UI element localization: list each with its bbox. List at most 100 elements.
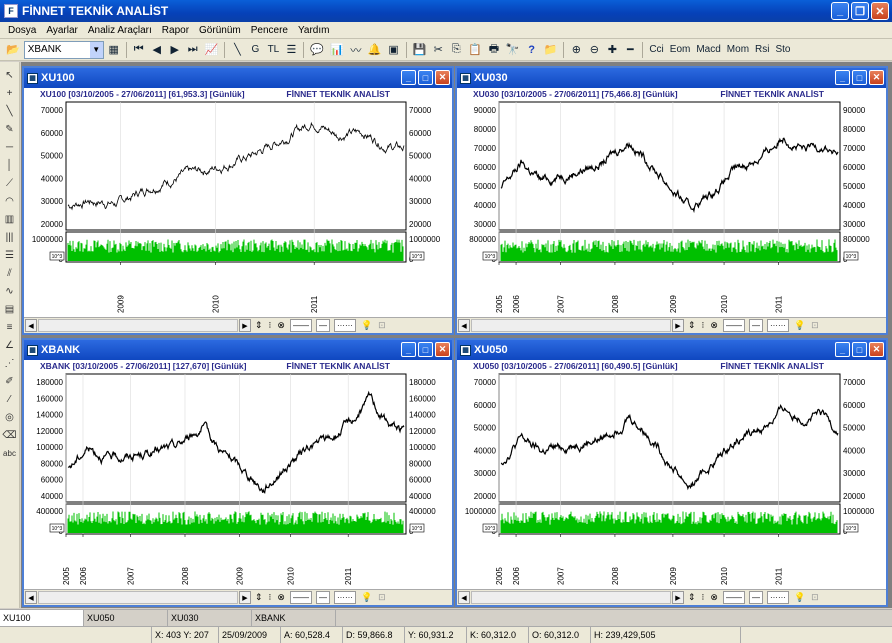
menu-analiz[interactable]: Analiz Araçları [83, 25, 157, 36]
comment-icon[interactable]: 💬 [308, 41, 326, 59]
task-xu030[interactable]: XU030 [168, 610, 252, 626]
indicator-cci[interactable]: Cci [647, 41, 665, 59]
horizontal-scrollbar[interactable] [471, 319, 671, 332]
chart-maximize-button[interactable]: □ [852, 70, 867, 85]
chart-minimize-button[interactable]: _ [835, 70, 850, 85]
text-tool-icon[interactable]: abc [2, 446, 18, 460]
horizontal-scrollbar[interactable] [471, 591, 671, 604]
menu-yardim[interactable]: Yardım [293, 25, 335, 36]
task-xu100[interactable]: XU100 [0, 610, 84, 626]
lightbulb-icon[interactable]: 💡 [791, 320, 808, 331]
price-chart[interactable]: 90000 90000 80000 80000 70000 70000 60000 60000… [457, 88, 886, 317]
lock-icon[interactable]: ⊡ [375, 592, 389, 603]
crosshair-mode-icon[interactable]: ⊗ [707, 320, 721, 331]
chart-maximize-button[interactable]: □ [418, 342, 433, 357]
line-width-dropdown[interactable]: — [748, 591, 763, 604]
alarm-icon[interactable]: 🔔 [366, 41, 384, 59]
chart-close-button[interactable]: ✕ [869, 342, 884, 357]
close-button[interactable]: ✕ [871, 2, 889, 20]
retrace-icon[interactable]: ≡ [2, 320, 18, 334]
cursor-icon[interactable]: ↖ [2, 68, 18, 82]
scroll-right-button[interactable]: ▶ [239, 319, 251, 332]
last-icon[interactable]: ⏭ [185, 41, 201, 59]
line-style-dropdown[interactable]: —— [722, 591, 745, 604]
scale-icon[interactable]: ⇕ [252, 320, 266, 331]
fibo-icon[interactable]: ▥ [2, 212, 18, 226]
horizontal-scrollbar[interactable] [38, 591, 238, 604]
save-icon[interactable]: 💾 [411, 41, 429, 59]
arc-icon[interactable]: ◠ [2, 194, 18, 208]
paste-icon[interactable]: 📋 [466, 41, 484, 59]
crosshair-mode-icon[interactable]: ⊗ [274, 320, 288, 331]
minimize-button[interactable]: _ [831, 2, 849, 20]
bar-chart-icon[interactable]: 📊 [328, 41, 346, 59]
chart-window-xbank[interactable]: ▦ XBANK _ □ ✕ XBANK [03/10/2005 - 27/06/2011]… [22, 338, 454, 607]
lock-icon[interactable]: ⊡ [808, 592, 822, 603]
first-icon[interactable]: ⏮ [131, 41, 147, 59]
scale-icon[interactable]: ⇕ [685, 320, 699, 331]
price-chart[interactable]: 70000 70000 60000 60000 50000 50000 40000 40000… [457, 360, 886, 589]
vline-icon[interactable]: │ [2, 158, 18, 172]
scroll-left-button[interactable]: ◀ [25, 319, 37, 332]
dash-style-dropdown[interactable]: ······ [333, 591, 356, 604]
chart-window-xu100[interactable]: ▦ XU100 _ □ ✕ XU100 [03/10/2005 - 27/06/2011]… [22, 66, 454, 335]
price-chart[interactable]: 180000 180000 160000 160000 140000 140000 1200… [24, 360, 452, 589]
horizontal-scrollbar[interactable] [38, 319, 238, 332]
lightbulb-icon[interactable]: 💡 [791, 592, 808, 603]
menu-dosya[interactable]: Dosya [3, 25, 41, 36]
indicator-macd[interactable]: Macd [694, 41, 722, 59]
lock-icon[interactable]: ⊡ [375, 320, 389, 331]
trendline-icon[interactable]: ╲ [229, 41, 245, 59]
line-width-dropdown[interactable]: — [315, 319, 330, 332]
prev-icon[interactable]: ◀ [149, 41, 165, 59]
lightbulb-icon[interactable]: 💡 [358, 320, 375, 331]
find-icon[interactable]: 🔭 [504, 41, 522, 59]
bars-icon[interactable]: ☰ [2, 248, 18, 262]
hline-icon[interactable]: ─ [2, 140, 18, 154]
folder-icon[interactable]: 📁 [542, 41, 560, 59]
currency-button[interactable]: TL [265, 41, 281, 59]
chart-maximize-button[interactable]: □ [418, 70, 433, 85]
line-style-dropdown[interactable]: —— [722, 319, 745, 332]
fit-icon[interactable]: ⁝ [699, 592, 708, 603]
indicator-icon[interactable]: 📈 [203, 41, 221, 59]
chart-close-button[interactable]: ✕ [869, 70, 884, 85]
chart-style-icon[interactable]: ▦ [106, 41, 122, 59]
chart-close-button[interactable]: ✕ [435, 70, 450, 85]
wave-tool-icon[interactable]: ∿ [2, 284, 18, 298]
chart-close-button[interactable]: ✕ [435, 342, 450, 357]
zoom-out-icon[interactable]: ⊖ [586, 41, 602, 59]
menu-pencere[interactable]: Pencere [246, 25, 293, 36]
chart-minimize-button[interactable]: _ [401, 342, 416, 357]
scroll-right-button[interactable]: ▶ [239, 591, 251, 604]
lock-icon[interactable]: ⊡ [808, 320, 822, 331]
fit-icon[interactable]: ⁝ [699, 320, 708, 331]
scroll-right-button[interactable]: ▶ [672, 591, 684, 604]
plus-icon[interactable]: ✚ [604, 41, 620, 59]
indicator-eom[interactable]: Eom [668, 41, 693, 59]
help-icon[interactable]: ? [524, 41, 540, 59]
price-chart[interactable]: 70000 70000 60000 60000 50000 50000 40000 40000… [24, 88, 452, 317]
cut-icon[interactable]: ✂ [430, 41, 446, 59]
chart-window-titlebar[interactable]: ▦ XU030 _ □ ✕ [457, 68, 886, 88]
indicator-rsi[interactable]: Rsi [753, 41, 771, 59]
line-style-dropdown[interactable]: —— [289, 319, 312, 332]
crosshair-icon[interactable]: + [2, 86, 18, 100]
chart-window-titlebar[interactable]: ▦ XBANK _ □ ✕ [24, 340, 452, 360]
pen-icon[interactable]: ✎ [2, 122, 18, 136]
grid-icon[interactable]: ▤ [2, 302, 18, 316]
lightbulb-icon[interactable]: 💡 [358, 592, 375, 603]
wave-icon[interactable]: 〰 [348, 41, 364, 59]
angle-icon[interactable]: ∠ [2, 338, 18, 352]
pencil-icon[interactable]: ✐ [2, 374, 18, 388]
scale-icon[interactable]: ⇕ [252, 592, 266, 603]
fan-icon[interactable]: ⟋ [2, 176, 18, 190]
fit-icon[interactable]: ⁝ [266, 592, 275, 603]
crosshair-mode-icon[interactable]: ⊗ [274, 592, 288, 603]
scale-icon[interactable]: ⇕ [685, 592, 699, 603]
chart-window-xu050[interactable]: ▦ XU050 _ □ ✕ XU050 [03/10/2005 - 27/06/2011]… [455, 338, 888, 607]
cycle-icon[interactable]: ||| [2, 230, 18, 244]
chart-maximize-button[interactable]: □ [852, 342, 867, 357]
chart-window-titlebar[interactable]: ▦ XU050 _ □ ✕ [457, 340, 886, 360]
copy-icon[interactable]: ⎘ [448, 41, 464, 59]
